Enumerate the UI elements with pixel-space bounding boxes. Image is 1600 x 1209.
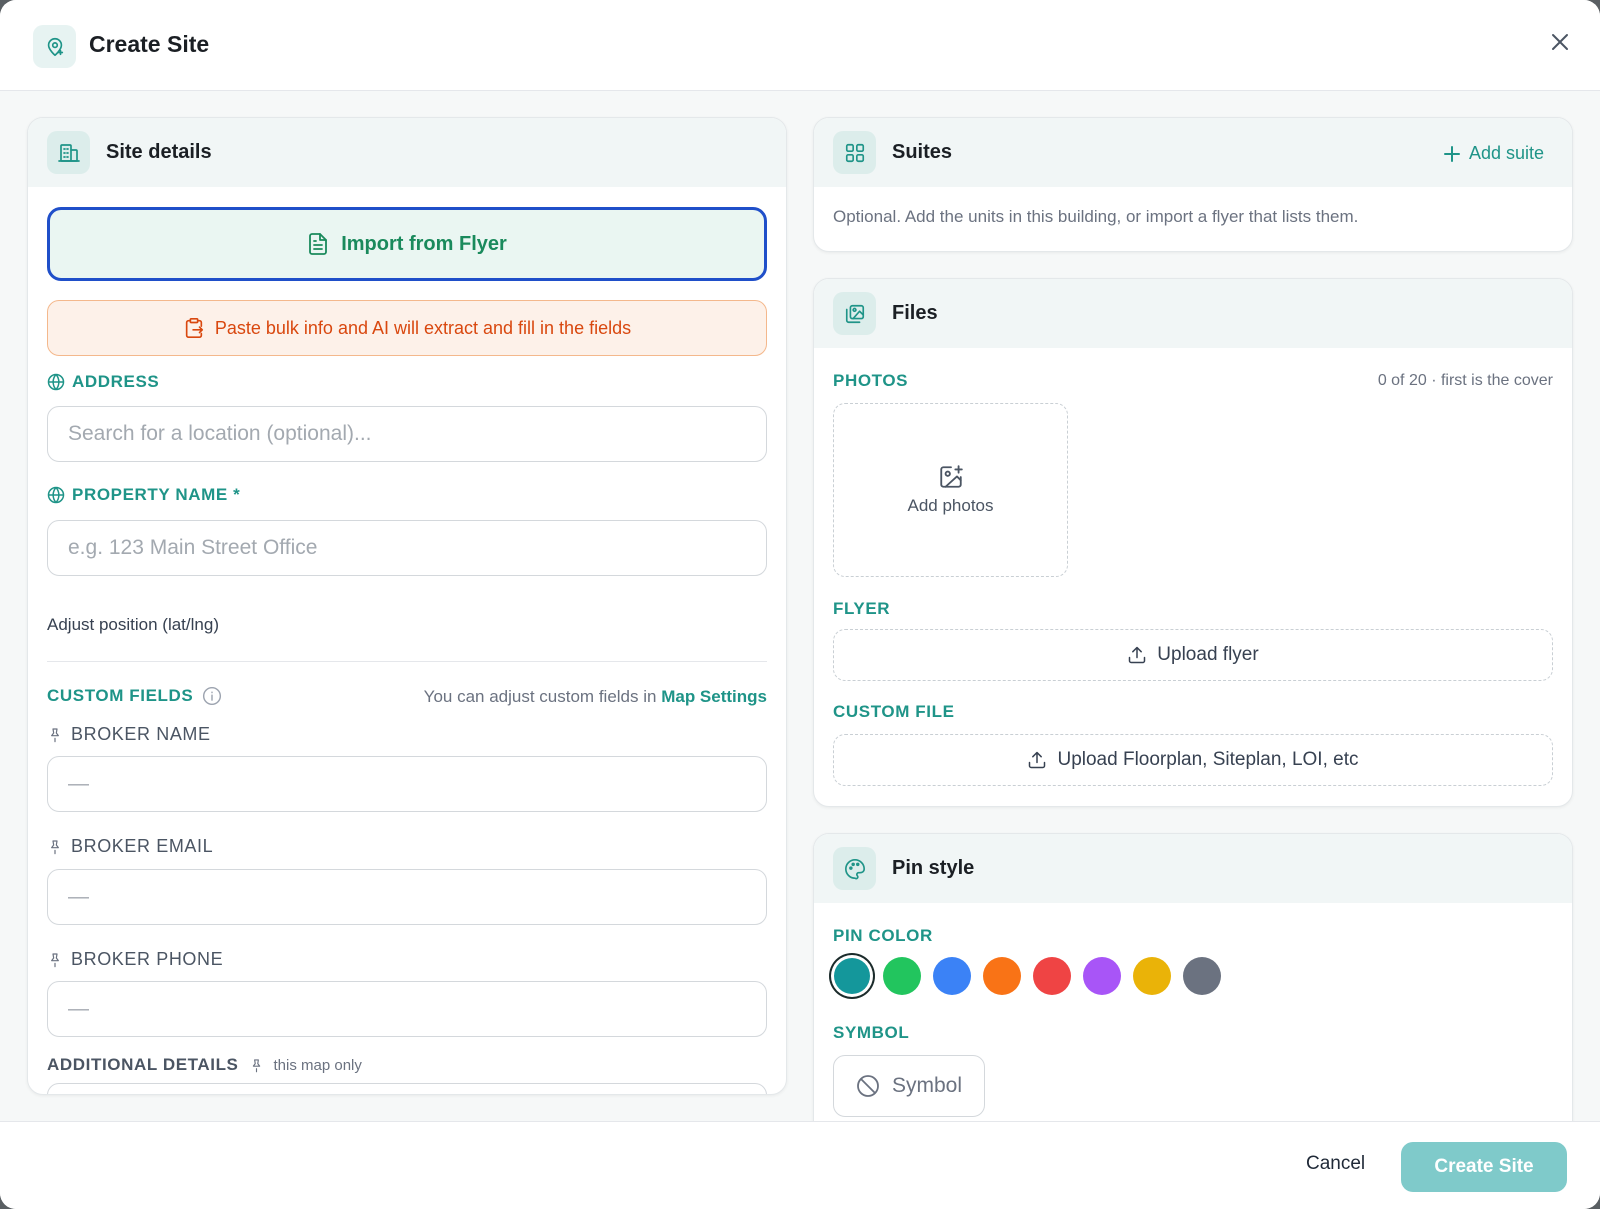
add-suite-button[interactable]: Add suite <box>1443 143 1544 164</box>
plus-icon <box>1443 145 1460 162</box>
broker-email-input[interactable] <box>47 869 767 925</box>
suites-header: Suites Add suite <box>814 118 1572 187</box>
add-photos-dropzone[interactable]: Add photos <box>833 403 1068 577</box>
broker-name-input[interactable] <box>47 756 767 812</box>
pin-color-swatch[interactable] <box>933 957 971 995</box>
custom-fields-hint: You can adjust custom fields in Map Sett… <box>423 687 767 706</box>
adjust-position-toggle[interactable]: Adjust position (lat/lng) <box>47 615 219 635</box>
document-icon <box>309 233 328 255</box>
pin-icon <box>51 839 59 854</box>
pin-color-swatch[interactable] <box>1183 957 1221 995</box>
suites-description: Optional. Add the units in this building… <box>833 207 1359 226</box>
files-header: Files <box>814 279 1572 348</box>
site-details-header: Site details <box>28 118 786 187</box>
files-card: Files PHOTOS 0 of 20 · first is the cove… <box>813 278 1573 807</box>
broker-phone-label: BROKER PHONE <box>47 949 223 970</box>
image-plus-icon <box>939 465 963 488</box>
pin-color-swatch[interactable] <box>883 957 921 995</box>
modal-header: Create Site <box>0 0 1600 91</box>
flyer-label: FLYER <box>833 599 891 618</box>
suites-card: Suites Add suite Optional. Add the units… <box>813 117 1573 252</box>
symbol-label: SYMBOL <box>833 1023 910 1042</box>
broker-phone-input[interactable] <box>47 981 767 1037</box>
import-from-flyer-button[interactable]: Import from Flyer <box>47 207 767 281</box>
symbol-button[interactable]: Symbol <box>833 1055 985 1117</box>
broker-email-label: BROKER EMAIL <box>47 836 213 857</box>
cancel-button[interactable]: Cancel <box>1306 1153 1365 1175</box>
palette-icon <box>833 847 876 890</box>
pin-color-swatch[interactable] <box>834 958 870 994</box>
photos-label: PHOTOS <box>833 371 909 390</box>
upload-icon <box>1029 751 1046 769</box>
modal-footer: Cancel Create Site <box>0 1121 1600 1209</box>
globe-icon <box>47 373 65 391</box>
custom-fields-label: CUSTOM FIELDS <box>47 686 222 706</box>
close-button[interactable] <box>1544 26 1576 58</box>
additional-details-label: ADDITIONAL DETAILS this map only <box>47 1055 362 1074</box>
upload-flyer-dropzone[interactable]: Upload flyer <box>833 629 1553 681</box>
create-site-modal: Create Site Site details Import from Fly… <box>0 0 1600 1209</box>
pin-color-label: PIN COLOR <box>833 926 933 945</box>
pin-style-header: Pin style <box>814 834 1572 903</box>
paste-label: Paste bulk info and AI will extract and … <box>214 317 632 338</box>
site-details-title: Site details <box>106 141 212 163</box>
files-title: Files <box>892 302 938 324</box>
upload-icon <box>1129 646 1146 664</box>
custom-file-label: CUSTOM FILE <box>833 702 955 721</box>
suites-title: Suites <box>892 141 953 163</box>
paste-bulk-info-button[interactable]: Paste bulk info and AI will extract and … <box>47 300 767 356</box>
pin-icon <box>51 727 59 742</box>
building-icon <box>47 131 90 174</box>
additional-details-hint: this map only <box>273 1056 362 1074</box>
address-label: ADDRESS <box>47 372 159 392</box>
pin-color-swatch[interactable] <box>1083 957 1121 995</box>
broker-name-label: BROKER NAME <box>47 724 211 745</box>
close-icon <box>1552 34 1568 50</box>
property-name-input[interactable] <box>47 520 767 576</box>
add-photos-label: Add photos <box>907 496 994 515</box>
info-icon[interactable] <box>202 686 222 706</box>
modal-title: Create Site <box>89 31 210 57</box>
pin-icon <box>51 952 59 967</box>
additional-details-input[interactable] <box>47 1083 767 1094</box>
pin-style-title: Pin style <box>892 857 975 879</box>
no-symbol-icon <box>857 1075 879 1097</box>
pin-icon <box>252 1058 260 1072</box>
map-pin-plus-icon <box>33 25 76 68</box>
clipboard-paste-icon <box>185 318 203 338</box>
pin-color-swatch[interactable] <box>1033 957 1071 995</box>
import-label: Import from Flyer <box>341 232 507 255</box>
image-gallery-icon <box>833 292 876 335</box>
map-settings-link[interactable]: Map Settings <box>661 687 767 706</box>
pin-color-swatch[interactable] <box>1133 957 1171 995</box>
site-details-card: Site details Import from Flyer Paste bul… <box>27 117 787 1095</box>
pin-color-swatch[interactable] <box>983 957 1021 995</box>
upload-custom-file-dropzone[interactable]: Upload Floorplan, Siteplan, LOI, etc <box>833 734 1553 786</box>
photos-count: 0 of 20 · first is the cover <box>1377 372 1553 389</box>
divider <box>47 661 767 662</box>
create-site-button[interactable]: Create Site <box>1401 1142 1567 1192</box>
globe-icon <box>47 486 65 504</box>
property-name-label: PROPERTY NAME * <box>47 485 240 505</box>
grid-icon <box>833 131 876 174</box>
address-search-input[interactable] <box>47 406 767 462</box>
